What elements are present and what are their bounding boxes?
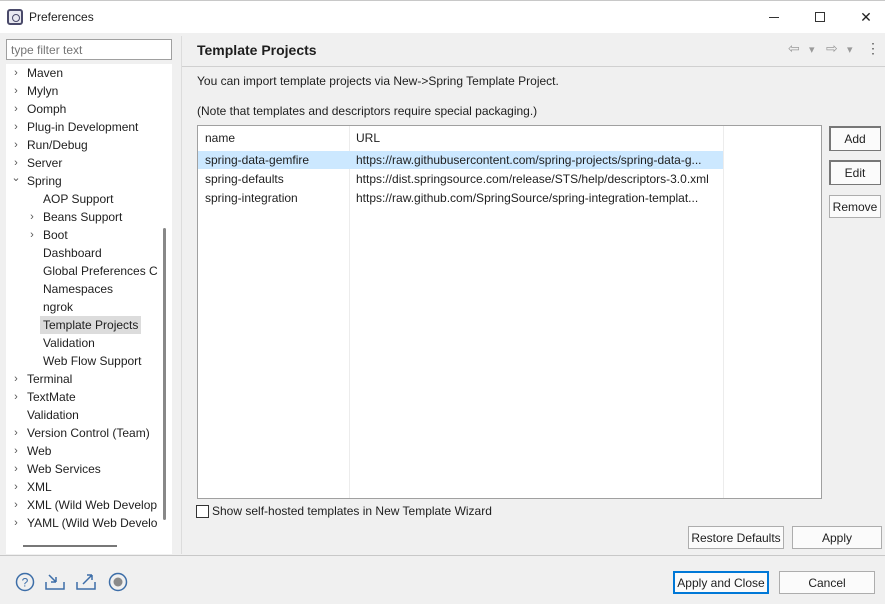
filter-input[interactable] [6, 39, 172, 60]
tree-item-label: XML [27, 480, 52, 494]
back-arrow-icon[interactable]: ⇦ [788, 40, 800, 60]
maximize-icon [815, 12, 825, 22]
column-separator[interactable] [723, 126, 724, 498]
tree-vertical-scrollbar[interactable] [163, 228, 166, 520]
help-icon[interactable]: ? [14, 571, 36, 593]
tree-item-label: Validation [43, 336, 95, 350]
table-row[interactable]: spring-integration https://raw.github.co… [198, 189, 723, 207]
self-hosted-templates-label[interactable]: Show self-hosted templates in New Templa… [212, 504, 492, 518]
chevron-right-icon[interactable]: › [11, 82, 21, 100]
tree-item-label: Web [27, 444, 52, 458]
chevron-right-icon[interactable]: › [27, 226, 37, 244]
maximize-button[interactable] [797, 1, 843, 33]
remove-button[interactable]: Remove [829, 195, 881, 218]
tree-item-label: Oomph [27, 102, 67, 116]
close-icon: ✕ [860, 8, 872, 25]
info-text: You can import template projects via New… [197, 74, 559, 88]
apply-button[interactable]: Apply [792, 526, 882, 549]
table-row[interactable]: spring-data-gemfire https://raw.githubus… [198, 151, 723, 169]
cell-url: https://dist.springsource.com/release/ST… [356, 172, 709, 186]
apply-and-close-button[interactable]: Apply and Close [673, 571, 769, 594]
window-title: Preferences [29, 10, 94, 24]
cell-url: https://raw.github.com/SpringSource/spri… [356, 191, 699, 205]
self-hosted-templates-checkbox[interactable] [196, 505, 209, 518]
footer-separator [0, 555, 885, 556]
tree-item-label: Plug-in Development [27, 120, 139, 134]
tree-item-label: Web Flow Support [43, 354, 142, 368]
tree-item-label: Dashboard [43, 246, 102, 260]
tree-item-label: Boot [43, 228, 68, 242]
tree-item-label: Maven [27, 66, 64, 80]
pane-divider[interactable] [181, 36, 182, 554]
chevron-right-icon[interactable]: › [11, 370, 21, 388]
restore-defaults-button[interactable]: Restore Defaults [688, 526, 784, 549]
table-row[interactable]: spring-defaults https://dist.springsourc… [198, 170, 723, 188]
cell-url: https://raw.githubusercontent.com/spring… [356, 153, 702, 167]
tree-item-label: YAML (Wild Web Develo [27, 516, 158, 530]
view-menu-icon[interactable]: ⋮ [866, 40, 880, 60]
column-header-url[interactable]: URL [356, 131, 380, 145]
export-icon[interactable] [75, 571, 97, 593]
tree-item-label: ngrok [43, 300, 74, 314]
cell-name: spring-data-gemfire [205, 153, 310, 167]
tree-item-label: Terminal [27, 372, 73, 386]
tree-item-label: Beans Support [43, 210, 123, 224]
chevron-right-icon[interactable]: › [11, 100, 21, 118]
chevron-right-icon[interactable]: › [11, 442, 21, 460]
column-header-name[interactable]: name [205, 131, 235, 145]
preferences-window: Preferences ✕ › Maven › Mylyn › Oomph › … [0, 0, 885, 604]
chevron-right-icon[interactable]: › [11, 496, 21, 514]
cell-name: spring-defaults [205, 172, 284, 186]
chevron-right-icon[interactable]: › [11, 424, 21, 442]
cell-name: spring-integration [205, 191, 298, 205]
preference-tree: › Maven › Mylyn › Oomph › Plug-in Develo… [6, 64, 172, 554]
record-icon[interactable] [107, 571, 129, 593]
edit-button[interactable]: Edit [829, 160, 881, 185]
chevron-right-icon[interactable]: › [11, 388, 21, 406]
title-bar: Preferences ✕ [0, 0, 885, 33]
back-menu-icon[interactable]: ▾ [809, 43, 815, 63]
page-title: Template Projects [197, 42, 317, 58]
note-text: (Note that templates and descriptors req… [197, 104, 538, 118]
app-icon [7, 9, 23, 25]
cancel-button[interactable]: Cancel [779, 571, 875, 594]
tree-item-label: Global Preferences C [43, 264, 158, 278]
chevron-down-icon[interactable]: ⌄ [11, 169, 21, 187]
add-button[interactable]: Add [829, 126, 881, 151]
forward-menu-icon[interactable]: ▾ [847, 43, 853, 63]
import-icon[interactable] [44, 571, 66, 593]
tree-item-label: Server [27, 156, 63, 170]
chevron-right-icon[interactable]: › [11, 64, 21, 82]
tree-item-label: Validation [27, 408, 79, 422]
minimize-button[interactable] [751, 1, 797, 33]
chevron-right-icon[interactable]: › [11, 136, 21, 154]
tree-item-label: TextMate [27, 390, 76, 404]
chevron-right-icon[interactable]: › [11, 460, 21, 478]
tree-item-label: Web Services [27, 462, 101, 476]
tree-item-label: Template Projects [40, 316, 142, 334]
chevron-right-icon[interactable]: › [11, 478, 21, 496]
tree-item-label: Mylyn [27, 84, 59, 98]
chevron-right-icon[interactable]: › [11, 514, 21, 532]
svg-text:?: ? [22, 576, 29, 590]
tree-item-label: Spring [27, 174, 62, 188]
tree-horizontal-scrollbar[interactable] [23, 545, 117, 547]
tree-item-label: Version Control (Team) [27, 426, 150, 440]
header-separator [182, 66, 885, 67]
tree-item-label: Run/Debug [27, 138, 88, 152]
chevron-right-icon[interactable]: › [11, 118, 21, 136]
forward-arrow-icon[interactable]: ⇨ [826, 40, 838, 60]
chevron-right-icon[interactable]: › [27, 208, 37, 226]
minimize-icon [769, 16, 779, 18]
tree-item-label: XML (Wild Web Develop [27, 498, 158, 512]
tree-item-label: Namespaces [43, 282, 114, 296]
tree-item-label: AOP Support [43, 192, 114, 206]
close-button[interactable]: ✕ [843, 1, 885, 33]
template-projects-table: name URL spring-data-gemfire https://raw… [197, 125, 822, 499]
